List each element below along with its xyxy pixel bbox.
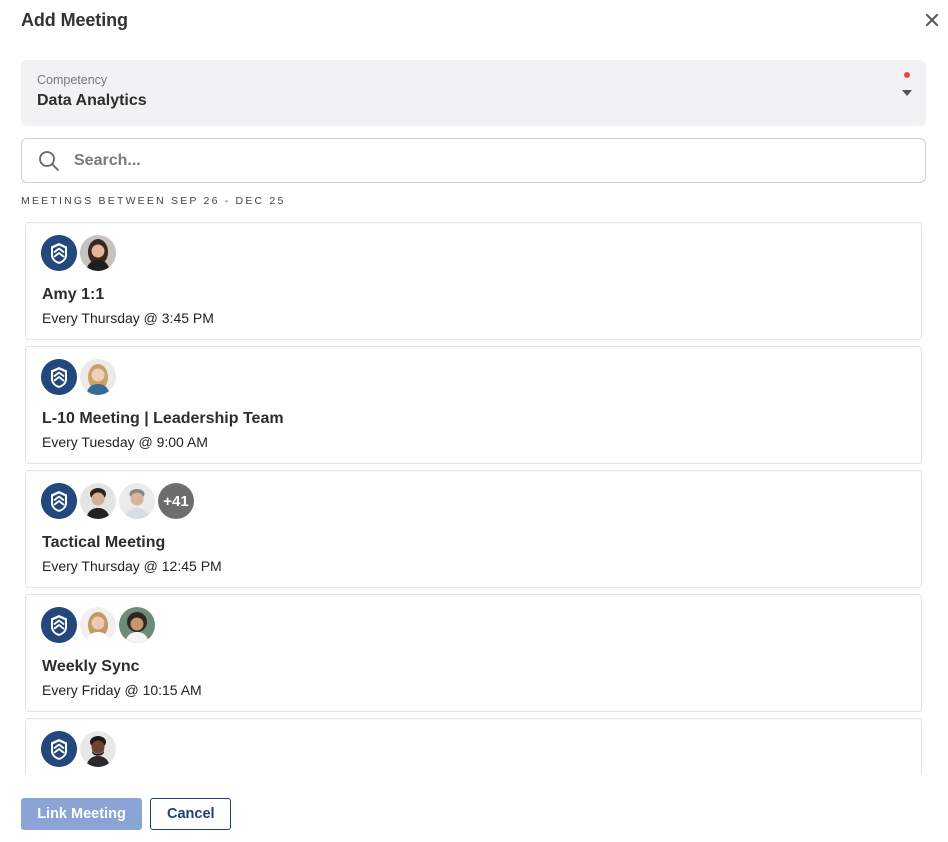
person-avatar: [80, 607, 116, 643]
link-meeting-button[interactable]: Link Meeting: [21, 798, 142, 830]
dialog-title: Add Meeting: [21, 10, 128, 30]
person-avatar: [80, 731, 116, 767]
meeting-title: Weekly Sync: [42, 658, 140, 675]
meeting-schedule: Every Thursday @ 12:45 PM: [42, 558, 222, 574]
meeting-card[interactable]: Amy 1:1 Every Thursday @ 3:45 PM: [25, 222, 922, 340]
attendee-avatars: [41, 235, 116, 271]
dialog-header: Add Meeting: [21, 10, 948, 34]
meetings-list[interactable]: Amy 1:1 Every Thursday @ 3:45 PM L-10 Me…: [25, 222, 922, 774]
meeting-schedule: Every Friday @ 10:15 AM: [42, 682, 202, 698]
meeting-title: Amy 1:1: [42, 286, 105, 303]
close-icon[interactable]: [924, 12, 940, 28]
org-shield-icon: [41, 235, 77, 271]
org-shield-icon: [41, 359, 77, 395]
meeting-card[interactable]: +41 Tactical Meeting Every Thursday @ 12…: [25, 470, 922, 588]
attendee-avatars: [41, 359, 116, 395]
meeting-card[interactable]: Weekly Sync Every Friday @ 10:15 AM: [25, 594, 922, 712]
meeting-title: Tactical Meeting: [42, 534, 166, 551]
person-avatar: [80, 483, 116, 519]
person-avatar: [119, 607, 155, 643]
meeting-title: L-10 Meeting | Leadership Team: [42, 410, 284, 427]
meeting-card[interactable]: [25, 718, 922, 774]
search-box[interactable]: [21, 138, 926, 183]
dialog-footer: Link Meeting Cancel: [21, 798, 231, 830]
competency-select[interactable]: Competency Data Analytics: [21, 60, 926, 126]
caret-down-icon: [902, 90, 912, 96]
competency-value: Data Analytics: [37, 92, 147, 109]
org-shield-icon: [41, 607, 77, 643]
person-avatar: [80, 359, 116, 395]
person-avatar: [119, 483, 155, 519]
meeting-card[interactable]: L-10 Meeting | Leadership Team Every Tue…: [25, 346, 922, 464]
meetings-range-label: MEETINGS BETWEEN SEP 26 - DEC 25: [21, 195, 286, 207]
search-icon: [39, 151, 59, 171]
org-shield-icon: [41, 731, 77, 767]
more-attendees-badge: +41: [158, 483, 194, 519]
attendee-avatars: +41: [41, 483, 194, 519]
meeting-schedule: Every Thursday @ 3:45 PM: [42, 310, 214, 326]
competency-label: Competency: [37, 73, 108, 87]
attendee-avatars: [41, 607, 155, 643]
search-input[interactable]: [74, 139, 914, 182]
person-avatar: [80, 235, 116, 271]
cancel-button[interactable]: Cancel: [150, 798, 231, 830]
attendee-avatars: [41, 731, 116, 767]
meeting-schedule: Every Tuesday @ 9:00 AM: [42, 434, 208, 450]
required-indicator: [904, 72, 910, 78]
org-shield-icon: [41, 483, 77, 519]
